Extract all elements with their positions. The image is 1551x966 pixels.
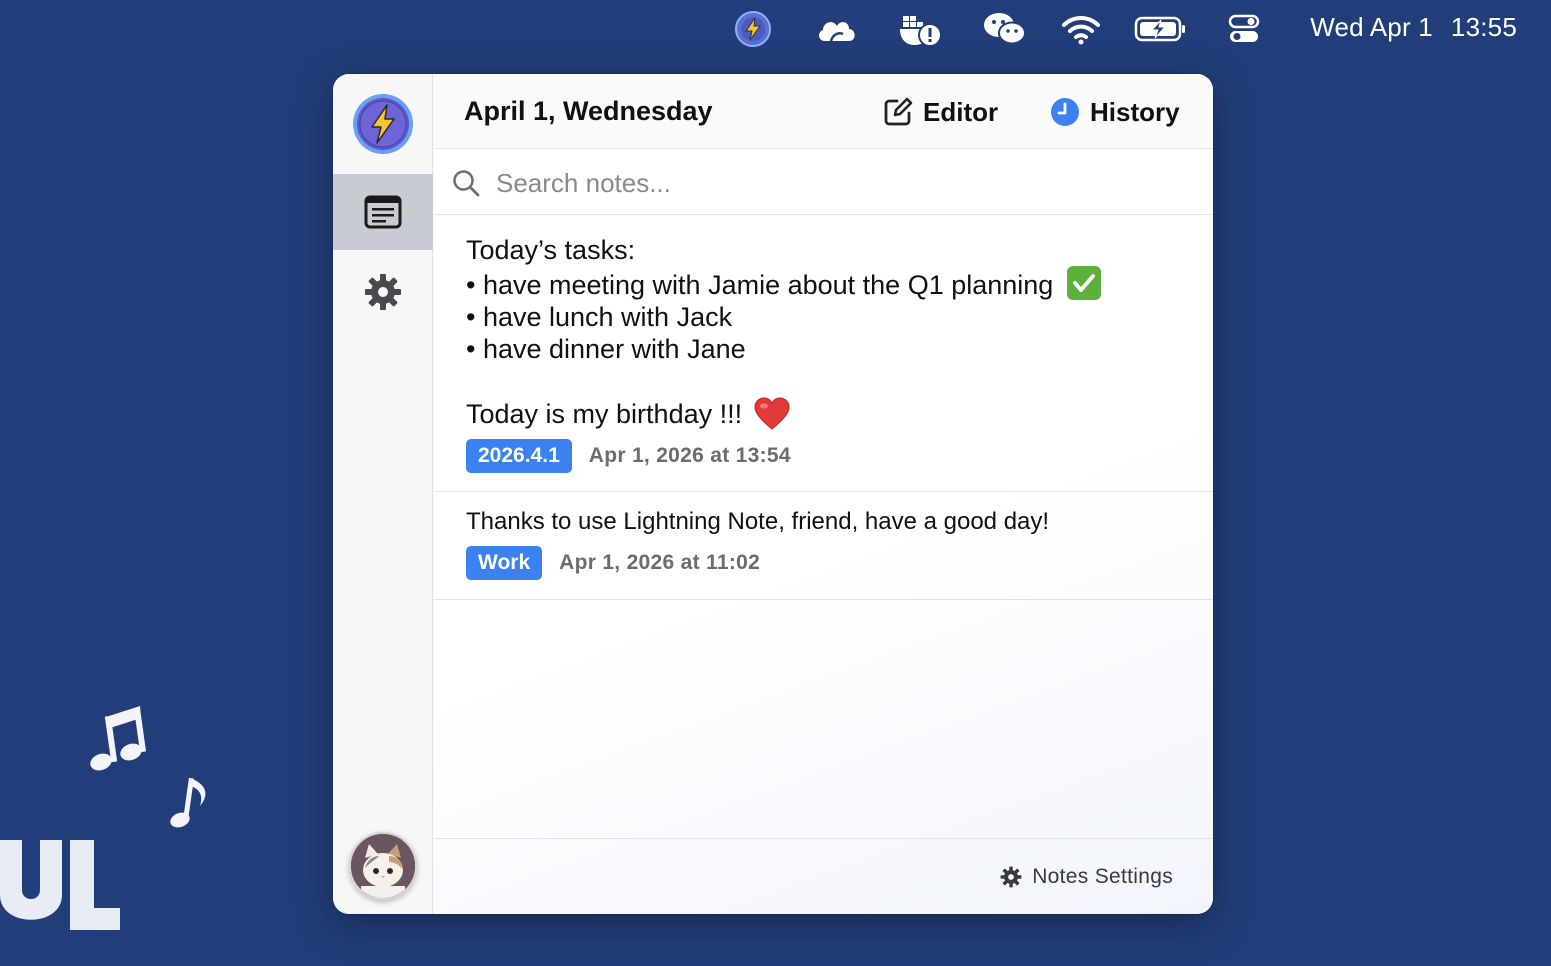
wechat-icon[interactable] bbox=[982, 10, 1028, 48]
note-line-text: • have meeting with Jamie about the Q1 p… bbox=[466, 270, 1054, 300]
history-label: History bbox=[1090, 96, 1180, 127]
footer: Notes Settings bbox=[434, 838, 1213, 914]
control-center-icon[interactable] bbox=[1226, 10, 1262, 48]
clock-day: Wed Apr 1 bbox=[1310, 12, 1433, 42]
note-timestamp: Apr 1, 2026 at 11:02 bbox=[559, 551, 761, 574]
notes-settings-button[interactable]: Notes Settings bbox=[1000, 865, 1173, 889]
notes-list-icon bbox=[364, 195, 402, 229]
lightning-note-popover: April 1, Wednesday Editor History Search… bbox=[333, 74, 1213, 914]
edit-icon bbox=[884, 97, 913, 126]
clock-time: 13:55 bbox=[1450, 12, 1517, 42]
battery-charging-icon[interactable] bbox=[1133, 10, 1189, 48]
menu-bar: Wed Apr 1 13:55 bbox=[0, 0, 1551, 56]
cat-avatar-icon bbox=[351, 834, 415, 898]
page-title: April 1, Wednesday bbox=[464, 96, 713, 126]
check-mark-icon bbox=[1066, 266, 1101, 300]
note-line: • have meeting with Jamie about the Q1 p… bbox=[466, 266, 1213, 301]
heart-icon bbox=[754, 397, 790, 430]
note-tag[interactable]: 2026.4.1 bbox=[466, 439, 572, 473]
note-item[interactable]: Today’s tasks: • have meeting with Jamie… bbox=[434, 216, 1213, 492]
wallpaper-decoration bbox=[0, 706, 206, 930]
note-meta: 2026.4.1 Apr 1, 2026 at 13:54 bbox=[466, 439, 1213, 473]
note-tag[interactable]: Work bbox=[466, 546, 543, 580]
menu-bar-clock[interactable]: Wed Apr 1 13:55 bbox=[1310, 12, 1517, 43]
clock-icon bbox=[1051, 98, 1079, 126]
editor-button[interactable]: Editor bbox=[883, 94, 998, 130]
editor-label: Editor bbox=[923, 96, 999, 127]
search-input[interactable] bbox=[496, 162, 1176, 204]
note-item[interactable]: Thanks to use Lightning Note, friend, ha… bbox=[434, 492, 1213, 600]
note-timestamp: Apr 1, 2026 at 13:54 bbox=[588, 444, 791, 467]
note-line: Today’s tasks: bbox=[466, 235, 636, 265]
search-bar bbox=[434, 150, 1213, 215]
note-line: Today is my birthday !!! bbox=[466, 397, 1213, 431]
gear-icon bbox=[365, 274, 401, 310]
note-meta: Work Apr 1, 2026 at 11:02 bbox=[466, 546, 1213, 580]
header: April 1, Wednesday Editor History bbox=[434, 74, 1213, 149]
note-line: Thanks to use Lightning Note, friend, ha… bbox=[466, 508, 1050, 535]
history-button[interactable]: History bbox=[1050, 94, 1180, 130]
wifi-icon[interactable] bbox=[1060, 10, 1102, 48]
notes-settings-label: Notes Settings bbox=[1032, 865, 1173, 888]
sidebar-item-notes[interactable] bbox=[333, 174, 433, 250]
main-panel: April 1, Wednesday Editor History Search… bbox=[434, 74, 1213, 914]
docker-alert-icon[interactable] bbox=[897, 10, 945, 48]
note-line: • have dinner with Jane bbox=[466, 334, 746, 364]
lightning-app-icon[interactable] bbox=[732, 10, 774, 48]
cloud-icon[interactable] bbox=[814, 10, 860, 48]
note-line-text: Today is my birthday !!! bbox=[466, 399, 743, 429]
app-logo-icon bbox=[352, 93, 414, 155]
search-icon bbox=[453, 170, 480, 197]
note-line: • have lunch with Jack bbox=[466, 302, 733, 332]
sidebar bbox=[333, 74, 433, 914]
note-blank-line bbox=[466, 365, 1213, 397]
sidebar-item-settings[interactable] bbox=[333, 254, 433, 330]
gear-icon bbox=[1000, 866, 1022, 888]
user-avatar[interactable] bbox=[349, 832, 417, 900]
